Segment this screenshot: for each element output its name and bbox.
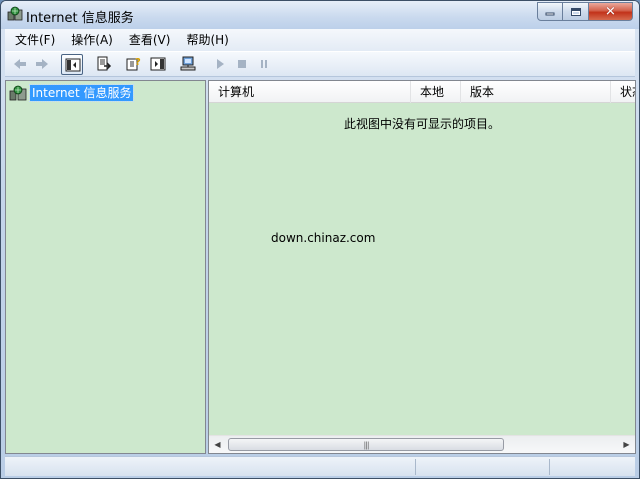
- menu-help[interactable]: 帮助(H): [178, 30, 236, 50]
- stop-button[interactable]: [231, 54, 253, 75]
- title-bar[interactable]: Internet 信息服务 ✕: [1, 1, 639, 29]
- stop-icon: [238, 60, 246, 68]
- help-icon: ?: [126, 57, 141, 71]
- forward-arrow-icon: [36, 59, 48, 69]
- status-panel-2: [549, 459, 633, 475]
- status-bar: [5, 456, 635, 476]
- iis-app-icon: [7, 6, 23, 22]
- pause-icon: [261, 60, 267, 68]
- maximize-button[interactable]: [563, 2, 589, 21]
- scroll-thumb[interactable]: |||: [228, 438, 504, 451]
- toolbar: ?: [5, 51, 635, 77]
- list-header: 计算机 本地 版本 状态: [209, 81, 635, 103]
- menu-view[interactable]: 查看(V): [121, 30, 179, 50]
- window-controls: ✕: [537, 2, 633, 21]
- minimize-icon: [545, 12, 555, 16]
- show-hide-tree-icon: [65, 58, 81, 72]
- column-header-local[interactable]: 本地: [411, 81, 461, 103]
- show-hide-tree-button[interactable]: [61, 54, 83, 75]
- scroll-left-button[interactable]: ◀: [209, 436, 226, 453]
- minimize-button[interactable]: [537, 2, 563, 21]
- scroll-right-button[interactable]: ▶: [618, 436, 635, 453]
- back-arrow-icon: [14, 59, 26, 69]
- properties-pane-button[interactable]: [147, 54, 169, 75]
- column-header-computer[interactable]: 计算机: [209, 81, 411, 103]
- horizontal-scrollbar[interactable]: ◀ ||| ▶: [209, 435, 635, 453]
- tree-pane[interactable]: Internet 信息服务: [5, 80, 206, 454]
- menu-action[interactable]: 操作(A): [63, 30, 121, 50]
- status-panel-1: [415, 459, 549, 475]
- properties-pane-icon: [150, 57, 166, 71]
- menu-file[interactable]: 文件(F): [5, 30, 63, 50]
- menu-bar: 文件(F) 操作(A) 查看(V) 帮助(H): [5, 29, 635, 51]
- back-button[interactable]: [9, 54, 31, 75]
- help-button[interactable]: ?: [123, 54, 145, 75]
- connect-computer-icon: [180, 56, 196, 71]
- column-header-version[interactable]: 版本: [461, 81, 611, 103]
- maximize-icon: [570, 7, 581, 16]
- grip-icon: |||: [363, 440, 369, 449]
- empty-list-message: 此视图中没有可显示的项目。: [343, 117, 500, 131]
- export-list-icon: [97, 56, 112, 71]
- connect-computer-button[interactable]: [177, 54, 199, 75]
- export-list-button[interactable]: [93, 54, 115, 75]
- tree-item-iis-root[interactable]: Internet 信息服务: [9, 84, 135, 102]
- forward-button[interactable]: [31, 54, 53, 75]
- close-icon: ✕: [605, 4, 616, 19]
- svg-text:?: ?: [135, 57, 141, 68]
- column-header-status[interactable]: 状态: [611, 81, 635, 103]
- app-window: Internet 信息服务 ✕ 文件(F) 操作(A) 查看(V) 帮助(H): [0, 0, 640, 479]
- tree-item-label: Internet 信息服务: [28, 84, 135, 102]
- start-button[interactable]: [209, 54, 231, 75]
- play-icon: [217, 59, 224, 69]
- close-button[interactable]: ✕: [589, 2, 633, 21]
- window-title: Internet 信息服务: [26, 11, 134, 26]
- pause-button[interactable]: [253, 54, 275, 75]
- list-pane[interactable]: 计算机 本地 版本 状态 此视图中没有可显示的项目。 down.chinaz.c…: [208, 80, 636, 454]
- iis-server-icon: [9, 85, 27, 101]
- watermark-text: down.chinaz.com: [271, 231, 376, 245]
